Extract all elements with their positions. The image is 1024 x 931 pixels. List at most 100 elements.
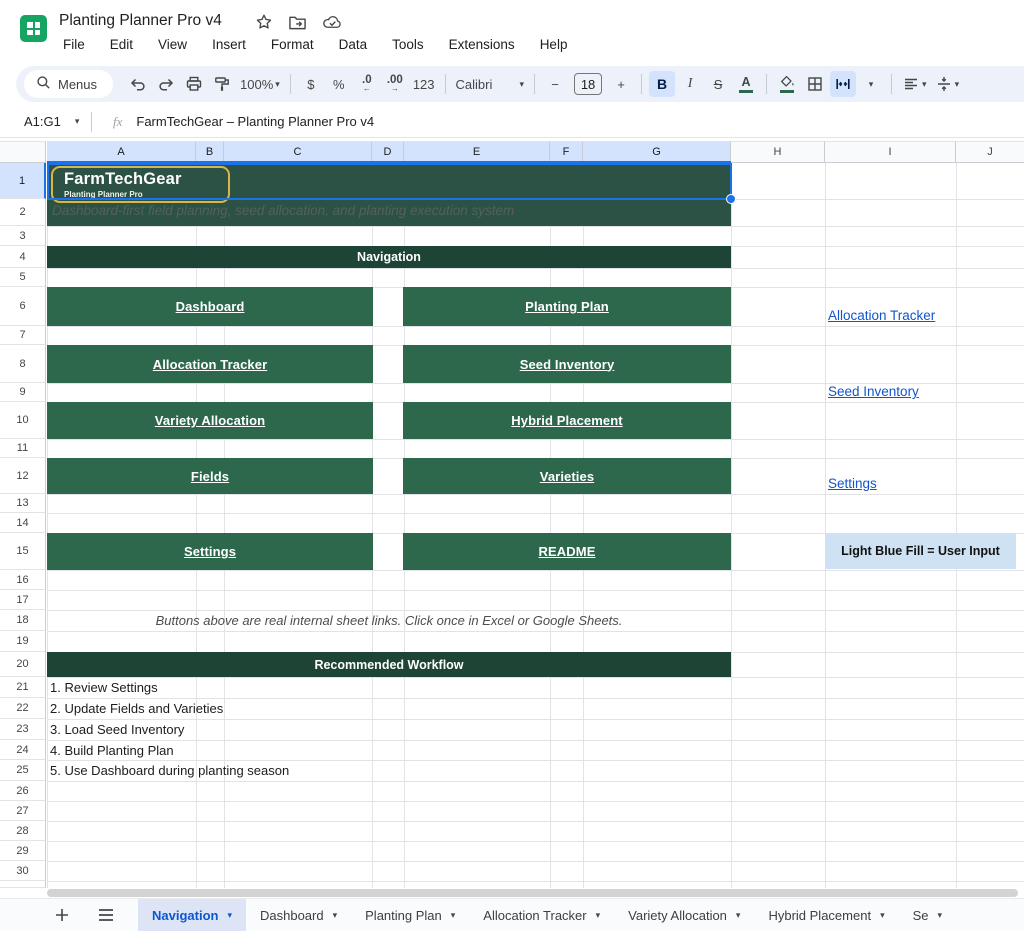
font-select[interactable]: Calibri ▾ <box>453 71 528 97</box>
column-header-i[interactable]: I <box>825 141 956 163</box>
row-header-7[interactable]: 7 <box>0 326 46 345</box>
increase-font-size-button[interactable]: + <box>608 71 634 97</box>
side-link-seed-inventory[interactable]: Seed Inventory <box>828 384 919 401</box>
decrease-decimal-button[interactable]: .0 ← <box>354 71 380 97</box>
borders-button[interactable] <box>802 71 828 97</box>
row-header-29[interactable]: 29 <box>0 841 46 861</box>
add-sheet-button[interactable] <box>50 903 74 927</box>
selection-handle[interactable] <box>726 194 736 204</box>
menu-item-insert[interactable]: Insert <box>209 36 249 53</box>
row-header-30[interactable]: 30 <box>0 861 46 881</box>
text-color-button[interactable]: A <box>733 71 759 97</box>
sheet-tab-dashboard[interactable]: Dashboard ▾ <box>246 899 351 931</box>
name-box[interactable]: A1:G1 ▾ <box>0 114 86 129</box>
move-folder-icon[interactable] <box>288 14 307 36</box>
sheet-tab-navigation[interactable]: Navigation ▾ <box>138 899 246 931</box>
fill-color-button[interactable] <box>774 71 800 97</box>
row-header-24[interactable]: 24 <box>0 740 46 760</box>
font-size-input[interactable]: 18 <box>574 73 603 95</box>
nav-button-readme[interactable]: README <box>403 533 731 570</box>
row-header-20[interactable]: 20 <box>0 652 46 677</box>
chevron-down-icon[interactable]: ▾ <box>451 910 456 920</box>
cloud-saved-icon[interactable] <box>322 14 343 35</box>
column-header-c[interactable]: C <box>224 141 372 163</box>
undo-button[interactable] <box>125 71 151 97</box>
row-header-25[interactable]: 25 <box>0 760 46 781</box>
row-header-22[interactable]: 22 <box>0 698 46 719</box>
scrollbar-thumb[interactable] <box>47 889 1018 897</box>
format-currency-button[interactable]: $ <box>298 71 324 97</box>
row-header-14[interactable]: 14 <box>0 513 46 533</box>
column-header-j[interactable]: J <box>956 141 1024 163</box>
row-header-1[interactable]: 1 <box>0 163 46 199</box>
row-header-17[interactable]: 17 <box>0 590 46 610</box>
row-header-3[interactable]: 3 <box>0 226 46 246</box>
chevron-down-icon[interactable]: ▾ <box>880 910 885 920</box>
row-header-21[interactable]: 21 <box>0 677 46 698</box>
row-header-12[interactable]: 12 <box>0 458 46 494</box>
formula-input[interactable]: FarmTechGear – Planting Planner Pro v4 <box>136 114 374 129</box>
nav-button-allocation-tracker[interactable]: Allocation Tracker <box>47 345 373 383</box>
all-sheets-button[interactable] <box>94 903 118 927</box>
italic-button[interactable]: I <box>677 71 703 97</box>
row-header-26[interactable]: 26 <box>0 781 46 801</box>
sheet-tab-variety-allocation[interactable]: Variety Allocation ▾ <box>614 899 754 931</box>
nav-button-variety-allocation[interactable]: Variety Allocation <box>47 402 373 439</box>
menu-item-data[interactable]: Data <box>336 36 371 53</box>
side-link-settings[interactable]: Settings <box>828 476 877 493</box>
nav-button-hybrid-placement[interactable]: Hybrid Placement <box>403 402 731 439</box>
sheets-logo-icon[interactable] <box>20 15 47 42</box>
chevron-down-icon[interactable]: ▾ <box>333 910 338 920</box>
search-menus-button[interactable]: Menus <box>24 70 114 98</box>
row-header-27[interactable]: 27 <box>0 801 46 821</box>
row-header-2[interactable]: 2 <box>0 199 46 226</box>
row-header-16[interactable]: 16 <box>0 570 46 590</box>
nav-button-varieties[interactable]: Varieties <box>403 458 731 494</box>
nav-button-planting-plan[interactable]: Planting Plan <box>403 287 731 326</box>
document-title[interactable]: Planting Planner Pro v4 <box>59 12 222 30</box>
nav-button-seed-inventory[interactable]: Seed Inventory <box>403 345 731 383</box>
row-header-5[interactable]: 5 <box>0 268 46 287</box>
nav-button-fields[interactable]: Fields <box>47 458 373 494</box>
row-header-23[interactable]: 23 <box>0 719 46 740</box>
row-header-13[interactable]: 13 <box>0 494 46 513</box>
row-header-11[interactable]: 11 <box>0 439 46 458</box>
menu-item-format[interactable]: Format <box>268 36 317 53</box>
paint-format-button[interactable] <box>209 71 235 97</box>
row-header-8[interactable]: 8 <box>0 345 46 383</box>
select-all-corner[interactable] <box>0 141 46 163</box>
horizontal-align-button[interactable]: ▾ <box>899 71 930 97</box>
vertical-align-button[interactable]: ▾ <box>932 71 963 97</box>
column-header-a[interactable]: A <box>47 141 196 163</box>
menu-item-help[interactable]: Help <box>537 36 571 53</box>
row-header-15[interactable]: 15 <box>0 533 46 570</box>
chevron-down-icon[interactable]: ▾ <box>938 910 943 920</box>
row-header-10[interactable]: 10 <box>0 402 46 439</box>
menu-item-file[interactable]: File <box>60 36 88 53</box>
increase-decimal-button[interactable]: .00 → <box>382 71 408 97</box>
column-header-d[interactable]: D <box>372 141 404 163</box>
row-header-4[interactable]: 4 <box>0 246 46 268</box>
decrease-font-size-button[interactable]: − <box>542 71 568 97</box>
merge-cells-button[interactable] <box>830 71 857 97</box>
nav-button-settings[interactable]: Settings <box>47 533 373 570</box>
row-header-18[interactable]: 18 <box>0 610 46 631</box>
merge-options-button[interactable]: ▾ <box>858 71 884 97</box>
column-header-b[interactable]: B <box>196 141 224 163</box>
redo-button[interactable] <box>153 71 179 97</box>
menu-item-edit[interactable]: Edit <box>107 36 136 53</box>
row-header-19[interactable]: 19 <box>0 631 46 652</box>
chevron-down-icon[interactable]: ▾ <box>227 910 232 920</box>
more-formats-button[interactable]: 123 <box>410 71 438 97</box>
column-header-f[interactable]: F <box>550 141 583 163</box>
horizontal-scrollbar[interactable] <box>0 888 1024 898</box>
zoom-select[interactable]: 100% ▾ <box>237 71 283 97</box>
nav-button-dashboard[interactable]: Dashboard <box>47 287 373 326</box>
print-button[interactable] <box>181 71 207 97</box>
chevron-down-icon[interactable]: ▾ <box>596 910 601 920</box>
format-percent-button[interactable]: % <box>326 71 352 97</box>
menu-item-extensions[interactable]: Extensions <box>446 36 518 53</box>
sheet-tab-se[interactable]: Se ▾ <box>899 899 956 931</box>
sheet-tab-hybrid-placement[interactable]: Hybrid Placement ▾ <box>754 899 898 931</box>
strikethrough-button[interactable]: S <box>705 71 731 97</box>
